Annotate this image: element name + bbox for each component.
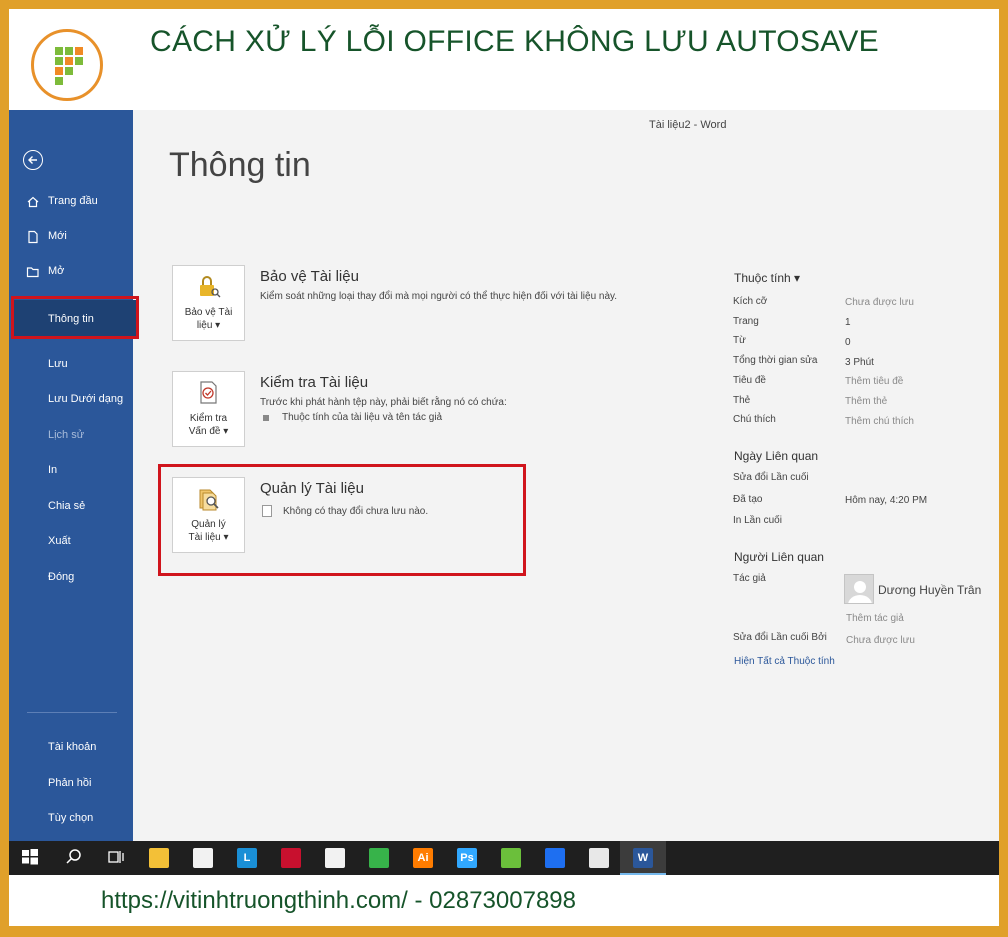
prop-key: Sửa đổi Lần cuối Bởi — [733, 632, 827, 643]
taskbar: L Ai Ps W — [9, 841, 999, 875]
sidebar-item-label: Đóng — [48, 571, 75, 583]
word-backstage: Trang đầu Mới Mở Thông tin Lưu Lưu Dưới … — [9, 110, 999, 841]
sidebar-item-label: Tùy chọn — [48, 812, 94, 824]
show-all-properties-link[interactable]: Hiện Tất cả Thuộc tính — [734, 656, 835, 667]
prop-key: Tiêu đề — [733, 375, 766, 386]
sidebar-item-open[interactable]: Mở — [9, 259, 133, 283]
coccoc-icon[interactable] — [501, 848, 521, 868]
sidebar-item-history: Lịch sử — [9, 423, 133, 447]
paint-icon[interactable] — [589, 848, 609, 868]
prop-value-editable[interactable]: Thêm thẻ — [845, 396, 887, 407]
file-explorer-icon[interactable] — [149, 848, 169, 868]
sidebar-item-label: Xuất — [48, 535, 71, 547]
word-icon[interactable]: W — [633, 848, 653, 868]
windows-start-icon[interactable] — [21, 848, 41, 868]
sidebar-item-label: Tài khoản — [48, 741, 97, 753]
section-bullet: Thuộc tính của tài liệu và tên tác giả — [282, 412, 443, 423]
button-label: liệu ▾ — [196, 320, 221, 331]
back-arrow-icon[interactable] — [23, 150, 43, 170]
prop-value: 3 Phút — [845, 357, 874, 368]
sidebar-item-label: Trang đầu — [48, 195, 98, 207]
avatar — [844, 574, 874, 604]
sidebar-item-feedback[interactable]: Phản hồi — [9, 771, 133, 795]
prop-key: In Lần cuối — [733, 515, 782, 526]
highlight-box-manage — [158, 464, 526, 576]
task-view-icon[interactable] — [107, 848, 127, 868]
prop-value-editable[interactable]: Thêm chú thích — [845, 416, 914, 427]
sidebar-item-print[interactable]: In — [9, 458, 133, 482]
add-author-field[interactable]: Thêm tác giả — [846, 613, 904, 624]
new-document-icon — [26, 229, 40, 244]
section-title: Bảo vệ Tài liệu — [260, 268, 359, 285]
section-description: Kiểm soát những loại thay đổi mà mọi ngư… — [260, 291, 618, 302]
mail-icon[interactable] — [325, 848, 345, 868]
folder-open-icon — [26, 264, 40, 278]
prop-value: 1 — [845, 317, 851, 328]
sidebar-item-options[interactable]: Tùy chọn — [9, 806, 133, 830]
button-label: Kiểm tra — [189, 413, 228, 424]
prop-value: 0 — [845, 337, 851, 348]
sidebar-item-label: Lưu Dưới dạng — [48, 393, 124, 405]
prop-value: Chưa được lưu — [845, 297, 914, 308]
sidebar-item-close[interactable]: Đóng — [9, 565, 133, 589]
document-title: Tài liệu2 - Word — [649, 119, 727, 131]
illustrator-icon[interactable]: Ai — [413, 848, 433, 868]
related-dates-heading: Ngày Liên quan — [734, 449, 819, 463]
section-description: Trước khi phát hành tệp này, phải biết r… — [260, 397, 507, 408]
button-label: Bảo vệ Tài — [184, 307, 233, 318]
footer-url: https://vitinhtruongthinh.com/ - 0287300… — [101, 887, 576, 914]
protect-document-button[interactable]: Bảo vệ Tài liệu ▾ — [172, 265, 245, 341]
home-icon — [26, 194, 40, 208]
prop-key: Trang — [733, 316, 759, 327]
sidebar-divider — [27, 712, 117, 713]
prop-key: Tổng thời gian sửa — [733, 355, 818, 366]
store-icon[interactable] — [193, 848, 213, 868]
button-label: Vấn đề ▾ — [188, 426, 229, 437]
prop-value: Chưa được lưu — [846, 635, 915, 646]
highlight-box-info — [11, 296, 139, 339]
sidebar-item-label: Lịch sử — [48, 429, 85, 441]
lock-key-icon — [197, 274, 221, 300]
sidebar-item-label: Chia sẻ — [48, 500, 86, 512]
sidebar-item-share[interactable]: Chia sẻ — [9, 494, 133, 518]
prop-key: Thẻ — [733, 395, 751, 406]
prop-value: Hôm nay, 4:20 PM — [845, 495, 928, 506]
sidebar-item-label: Mở — [48, 265, 65, 277]
inspect-document-icon — [197, 380, 221, 406]
sidebar-item-save[interactable]: Lưu — [9, 352, 133, 376]
sidebar-item-label: Mới — [48, 230, 67, 242]
image-frame: CÁCH XỬ LÝ LỖI OFFICE KHÔNG LƯU AUTOSAVE… — [9, 9, 999, 926]
prop-key: Đã tạo — [733, 494, 763, 505]
prop-key: Kích cỡ — [733, 296, 768, 307]
properties-heading[interactable]: Thuộc tính ▾ — [734, 271, 800, 285]
search-icon[interactable] — [65, 848, 85, 868]
photoshop-icon[interactable]: Ps — [457, 848, 477, 868]
backstage-sidebar: Trang đầu Mới Mở Thông tin Lưu Lưu Dưới … — [9, 110, 139, 841]
prop-value-editable[interactable]: Thêm tiêu đề — [845, 376, 903, 387]
l-app-icon[interactable]: L — [237, 848, 257, 868]
sidebar-item-account[interactable]: Tài khoản — [9, 735, 133, 759]
sidebar-item-export[interactable]: Xuất — [9, 529, 133, 553]
brand-logo — [31, 29, 103, 101]
sidebar-item-new[interactable]: Mới — [9, 224, 133, 248]
sidebar-item-label: In — [48, 464, 58, 476]
prop-key: Từ — [733, 335, 746, 346]
banner-title: CÁCH XỬ LÝ LỖI OFFICE KHÔNG LƯU AUTOSAVE — [150, 25, 879, 58]
prop-key: Tác giả — [733, 573, 766, 584]
sidebar-item-label: Phản hồi — [48, 777, 92, 789]
wps-icon[interactable] — [545, 848, 565, 868]
bullet-icon — [263, 415, 269, 421]
line-icon[interactable] — [369, 848, 389, 868]
author-name[interactable]: Dương Huyền Trân — [878, 583, 981, 597]
check-for-issues-button[interactable]: Kiểm tra Vấn đề ▾ — [172, 371, 245, 447]
section-title: Kiểm tra Tài liệu — [260, 374, 369, 391]
sidebar-item-label: Lưu — [48, 358, 68, 370]
related-people-heading: Người Liên quan — [734, 550, 824, 564]
sidebar-item-home[interactable]: Trang đầu — [9, 189, 133, 213]
sidebar-item-save-as[interactable]: Lưu Dưới dạng — [9, 387, 133, 411]
mcafee-icon[interactable] — [281, 848, 301, 868]
prop-key: Sửa đổi Lần cuối — [733, 472, 809, 483]
page-title: Thông tin — [169, 146, 311, 184]
prop-key: Chú thích — [733, 414, 776, 425]
